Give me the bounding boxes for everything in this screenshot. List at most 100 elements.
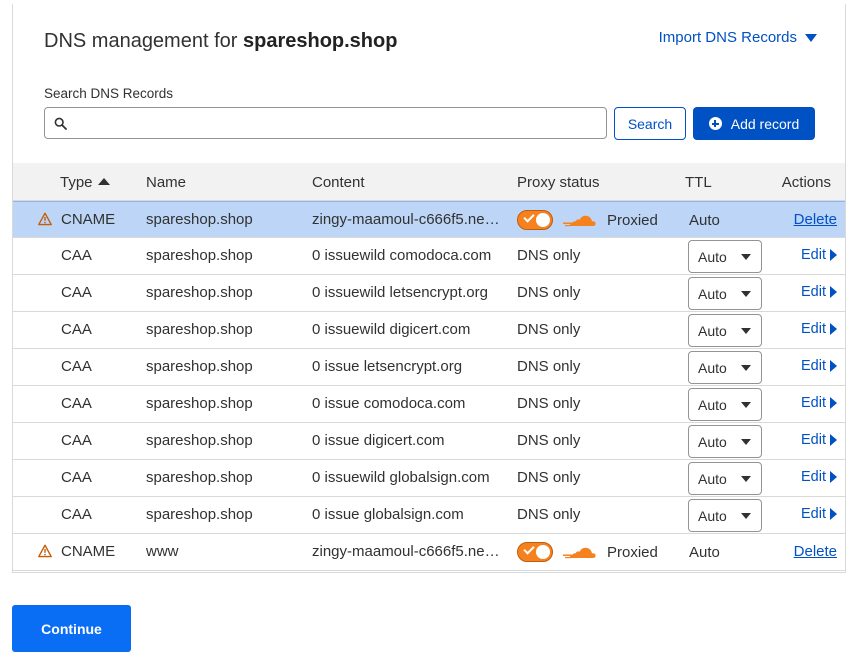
ttl-select[interactable]: Auto: [688, 388, 762, 421]
ttl-select-value: Auto: [698, 359, 727, 376]
dns-records-table: Type Name Content Proxy status TTL Actio…: [13, 163, 845, 571]
edit-label: Edit: [801, 469, 826, 485]
search-input[interactable]: [73, 108, 606, 138]
proxy-status: DNS only: [517, 506, 581, 523]
record-content: 0 issue comodoca.com: [312, 395, 466, 412]
record-content: 0 issue letsencrypt.org: [312, 358, 463, 375]
search-icon: [54, 117, 67, 130]
table-row[interactable]: CAA spareshop.shop 0 issuewild comodoca.co…: [13, 238, 845, 275]
table-body: CNAME spareshop.shop zingy-maamoul-c666f5.…: [13, 201, 845, 571]
column-header-content: Content: [312, 174, 365, 191]
ttl-value: Auto: [689, 212, 720, 229]
edit-label: Edit: [801, 284, 826, 300]
record-name: spareshop.shop: [146, 432, 253, 449]
record-content: 0 issue globalsign.com: [312, 506, 464, 523]
record-name: spareshop.shop: [146, 469, 253, 486]
page-title-prefix: DNS management for: [44, 30, 243, 52]
proxy-status: DNS only: [517, 432, 581, 449]
ttl-select-value: Auto: [698, 248, 727, 265]
edit-label: Edit: [801, 247, 826, 263]
edit-link[interactable]: Edit: [801, 432, 837, 448]
caret-right-icon: [830, 286, 837, 298]
add-record-button[interactable]: Add record: [693, 107, 815, 140]
caret-right-icon: [830, 508, 837, 520]
ttl-select[interactable]: Auto: [688, 351, 762, 384]
proxy-status: DNS only: [517, 358, 581, 375]
edit-label: Edit: [801, 321, 826, 337]
import-dns-records-link[interactable]: Import DNS Records: [659, 29, 817, 46]
proxy-status: DNS only: [517, 284, 581, 301]
record-name: www: [146, 543, 179, 560]
caret-down-icon: [741, 365, 751, 371]
edit-label: Edit: [801, 506, 826, 522]
table-row[interactable]: CAA spareshop.shop 0 issuewild globalsign.…: [13, 460, 845, 497]
ttl-value: Auto: [689, 544, 720, 561]
record-type: CAA: [61, 506, 92, 523]
table-row[interactable]: CAA spareshop.shop 0 issuewild letsencrypt…: [13, 275, 845, 312]
caret-right-icon: [830, 434, 837, 446]
search-box[interactable]: [44, 107, 607, 139]
proxy-status: DNS only: [517, 469, 581, 486]
column-header-proxy-status: Proxy status: [517, 174, 600, 191]
caret-right-icon: [830, 397, 837, 409]
table-row[interactable]: CAA spareshop.shop 0 issue letsencrypt.org…: [13, 349, 845, 386]
ttl-select[interactable]: Auto: [688, 277, 762, 310]
record-content: zingy-maamoul-c666f5.ne…: [312, 211, 500, 228]
ttl-select-value: Auto: [698, 507, 727, 524]
record-name: spareshop.shop: [146, 358, 253, 375]
add-record-label: Add record: [730, 115, 800, 132]
edit-link[interactable]: Edit: [801, 358, 837, 374]
ttl-select[interactable]: Auto: [688, 425, 762, 458]
proxy-toggle-icon[interactable]: [517, 210, 553, 230]
page-title: DNS management for spareshop.shop: [44, 30, 397, 53]
ttl-select[interactable]: Auto: [688, 240, 762, 273]
edit-link[interactable]: Edit: [801, 506, 837, 522]
ttl-select-value: Auto: [698, 470, 727, 487]
ttl-select[interactable]: Auto: [688, 314, 762, 347]
ttl-select[interactable]: Auto: [688, 499, 762, 532]
table-row[interactable]: CNAME spareshop.shop zingy-maamoul-c666f5.…: [13, 201, 845, 238]
table-row[interactable]: CAA spareshop.shop 0 issuewild digicert.co…: [13, 312, 845, 349]
proxy-toggle-icon[interactable]: [517, 542, 553, 562]
record-type: CAA: [61, 358, 92, 375]
table-row[interactable]: CNAME www zingy-maamoul-c666f5.ne… Proxied A…: [13, 534, 845, 571]
ttl-select[interactable]: Auto: [688, 462, 762, 495]
delete-link[interactable]: Delete: [794, 211, 837, 228]
search-button[interactable]: Search: [614, 107, 686, 140]
record-type: CAA: [61, 469, 92, 486]
cloud-icon: [563, 547, 596, 559]
proxy-status-label: Proxied: [607, 543, 658, 561]
record-type: CAA: [61, 395, 92, 412]
caret-down-icon: [741, 476, 751, 482]
record-content: 0 issuewild letsencrypt.org: [312, 284, 488, 301]
continue-button[interactable]: Continue: [12, 605, 131, 652]
column-header-ttl: TTL: [685, 174, 712, 191]
plus-circle-icon: [708, 117, 722, 130]
column-header-type-label: Type: [60, 174, 93, 191]
edit-link[interactable]: Edit: [801, 247, 837, 263]
record-type: CNAME: [61, 211, 116, 228]
table-header: Type Name Content Proxy status TTL Actio…: [13, 163, 845, 201]
caret-right-icon: [830, 323, 837, 335]
column-header-type[interactable]: Type: [60, 174, 110, 191]
edit-link[interactable]: Edit: [801, 469, 837, 485]
edit-link[interactable]: Edit: [801, 284, 837, 300]
proxy-status: DNS only: [517, 321, 581, 338]
edit-label: Edit: [801, 432, 826, 448]
edit-link[interactable]: Edit: [801, 321, 837, 337]
ttl-select-value: Auto: [698, 322, 727, 339]
record-type: CAA: [61, 321, 92, 338]
proxy-status: Proxied: [517, 210, 658, 230]
column-header-actions: Actions: [781, 174, 831, 191]
ttl-select-value: Auto: [698, 433, 727, 450]
table-row[interactable]: CAA spareshop.shop 0 issue digicert.com DNS…: [13, 423, 845, 460]
record-type: CAA: [61, 432, 92, 449]
caret-down-icon: [741, 291, 751, 297]
edit-link[interactable]: Edit: [801, 395, 837, 411]
ttl-select-value: Auto: [698, 285, 727, 302]
table-row[interactable]: CAA spareshop.shop 0 issue comodoca.com DNS…: [13, 386, 845, 423]
proxy-status: DNS only: [517, 247, 581, 264]
proxy-status: Proxied: [517, 542, 658, 562]
delete-link[interactable]: Delete: [794, 543, 837, 560]
table-row[interactable]: CAA spareshop.shop 0 issue globalsign.com D…: [13, 497, 845, 534]
